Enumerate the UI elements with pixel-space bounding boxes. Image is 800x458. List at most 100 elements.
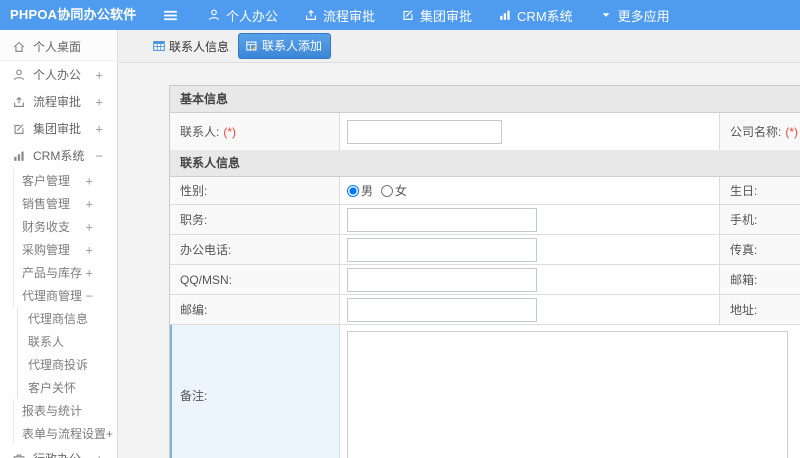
tab-label: 联系人信息 [169, 39, 230, 54]
menu-label: 流程审批 [323, 8, 376, 24]
field-label-cell: 职务: [170, 205, 340, 234]
sidebar-item-1[interactable]: 个人办公 + [0, 61, 117, 88]
sidebar-item-label: 产品与库存 [22, 266, 83, 280]
text-input[interactable] [347, 207, 537, 232]
sidebar-item-label: 报表与统计 [22, 404, 83, 418]
right-field-label-cell: 传真: [720, 235, 800, 264]
field-label: 传真: [730, 243, 758, 257]
expand-plus-icon[interactable]: + [85, 196, 93, 211]
remarks-textarea[interactable] [347, 331, 788, 458]
expand-plus-icon[interactable]: + [95, 451, 103, 458]
hamburger-icon[interactable] [162, 7, 179, 24]
right-field-label-cell: 生日: [720, 177, 800, 204]
radio-input[interactable] [381, 184, 394, 197]
text-input[interactable] [347, 237, 537, 262]
app-window: PHPOA协同办公软件 个人办公 流程审批 集团审批 CRM系统 更多应用 个人桌面 个人… [0, 0, 800, 458]
sidebar-item-label: 集团审批 [33, 122, 82, 136]
sidebar-item-14[interactable]: 客户关怀 [17, 376, 117, 399]
sidebar-item-13[interactable]: 代理商投诉 [17, 353, 117, 376]
sidebar-item-label: 代理商投诉 [28, 358, 89, 372]
right-field-label-cell: 公司名称: (*) [720, 113, 800, 150]
text-input[interactable] [347, 267, 537, 292]
sidebar-item-label: 客户关怀 [28, 381, 77, 395]
app-brand: PHPOA协同办公软件 [10, 7, 137, 22]
tab-bar: 联系人信息 联系人添加 [119, 30, 800, 63]
expand-plus-icon[interactable]: + [95, 67, 103, 82]
table-add-icon [245, 39, 259, 53]
field-label: 备注: [180, 389, 208, 403]
sidebar-item-16[interactable]: 表单与流程设置+ [13, 422, 117, 445]
sidebar-item-label: 销售管理 [22, 197, 71, 211]
text-input[interactable] [347, 119, 502, 144]
expand-plus-icon[interactable]: + [95, 121, 103, 136]
sidebar-item-label: 财务收支 [22, 220, 71, 234]
field-label: QQ/MSN: [180, 272, 233, 287]
content-area: 联系人信息 联系人添加 基本信息 联系人: (*) 公司名称: (*) 联系人信息 性别: 男… [119, 30, 800, 458]
edit-icon [12, 122, 26, 136]
tab-contact-add[interactable]: 联系人添加 [238, 33, 332, 59]
text-input[interactable] [347, 297, 537, 322]
right-field-label-cell: 手机: [720, 205, 800, 234]
right-field-label-cell: 地址: [720, 295, 800, 324]
menu-label: 个人办公 [226, 8, 279, 24]
sidebar-item-4[interactable]: CRM系统 − [0, 142, 117, 169]
home-icon [12, 40, 26, 54]
gender-option-1[interactable]: 女 [375, 182, 407, 199]
form-row: 联系人: (*) 公司名称: (*) [170, 113, 800, 150]
sidebar-item-5[interactable]: 客户管理 + [13, 169, 117, 192]
sidebar-item-10[interactable]: 代理商管理 − [13, 284, 117, 307]
user-icon [207, 8, 221, 22]
sidebar-item-3[interactable]: 集团审批 + [0, 115, 117, 142]
topbar-menu-item-3[interactable]: CRM系统 [498, 6, 573, 25]
edit-icon [401, 8, 415, 22]
sidebar-item-12[interactable]: 联系人 [17, 330, 117, 353]
radio-label: 男 [361, 184, 374, 198]
field-input-cell [340, 265, 720, 294]
sidebar-item-6[interactable]: 销售管理 + [13, 192, 117, 215]
sidebar-item-11[interactable]: 代理商信息 [17, 307, 117, 330]
tab-label: 联系人添加 [262, 39, 323, 53]
topbar-menu-item-2[interactable]: 集团审批 [401, 6, 472, 25]
menu-label: CRM系统 [517, 8, 573, 24]
field-label: 公司名称: [730, 125, 782, 139]
expand-plus-icon[interactable]: + [95, 94, 103, 109]
field-label-cell: 办公电话: [170, 235, 340, 264]
field-input-cell [340, 113, 720, 150]
topbar-menu-item-4[interactable]: 更多应用 [599, 6, 670, 25]
field-label-cell: 性别: [170, 177, 340, 204]
collapse-minus-icon[interactable]: − [85, 288, 93, 303]
tab-contact-list[interactable]: 联系人信息 [152, 38, 229, 55]
topbar-menu-item-1[interactable]: 流程审批 [304, 6, 375, 25]
field-input-cell [340, 295, 720, 324]
required-marker: (*) [785, 124, 799, 139]
contact-add-form: 基本信息 联系人: (*) 公司名称: (*) 联系人信息 性别: 男女生日: 职务: 手机: 办公… [169, 85, 800, 458]
gender-option-0[interactable]: 男 [347, 182, 373, 199]
briefcase-icon [12, 452, 26, 458]
sidebar-item-label: 行政办公 [33, 450, 81, 458]
field-label: 地址: [730, 303, 758, 317]
upload-icon [304, 8, 318, 22]
sidebar-item-0[interactable]: 个人桌面 [0, 33, 117, 61]
expand-plus-icon[interactable]: + [85, 242, 93, 257]
sidebar-item-15[interactable]: 报表与统计 [13, 399, 117, 422]
expand-plus-icon[interactable]: + [85, 265, 93, 280]
sidebar-item-8[interactable]: 采购管理 + [13, 238, 117, 261]
form-row: 邮编: 地址: [170, 295, 800, 325]
field-input-cell: 男女 [340, 177, 720, 204]
field-label: 办公电话: [180, 243, 232, 257]
sidebar-item-9[interactable]: 产品与库存 + [13, 261, 117, 284]
topbar-menu-item-0[interactable]: 个人办公 [207, 6, 278, 25]
collapse-minus-icon[interactable]: − [95, 148, 103, 163]
field-input-cell [340, 205, 720, 234]
radio-label: 女 [395, 184, 408, 198]
sidebar-item-17[interactable]: 行政办公 + [0, 445, 117, 458]
field-label-cell: 联系人: (*) [170, 113, 340, 150]
table-icon [152, 39, 166, 53]
sidebar-item-7[interactable]: 财务收支 + [13, 215, 117, 238]
expand-plus-icon[interactable]: + [85, 219, 93, 234]
sidebar-item-2[interactable]: 流程审批 + [0, 88, 117, 115]
expand-plus-icon[interactable]: + [85, 173, 93, 188]
sidebar-item-label: 个人办公 [33, 68, 82, 82]
radio-input[interactable] [347, 184, 359, 197]
field-label-cell: 备注: [170, 325, 340, 458]
